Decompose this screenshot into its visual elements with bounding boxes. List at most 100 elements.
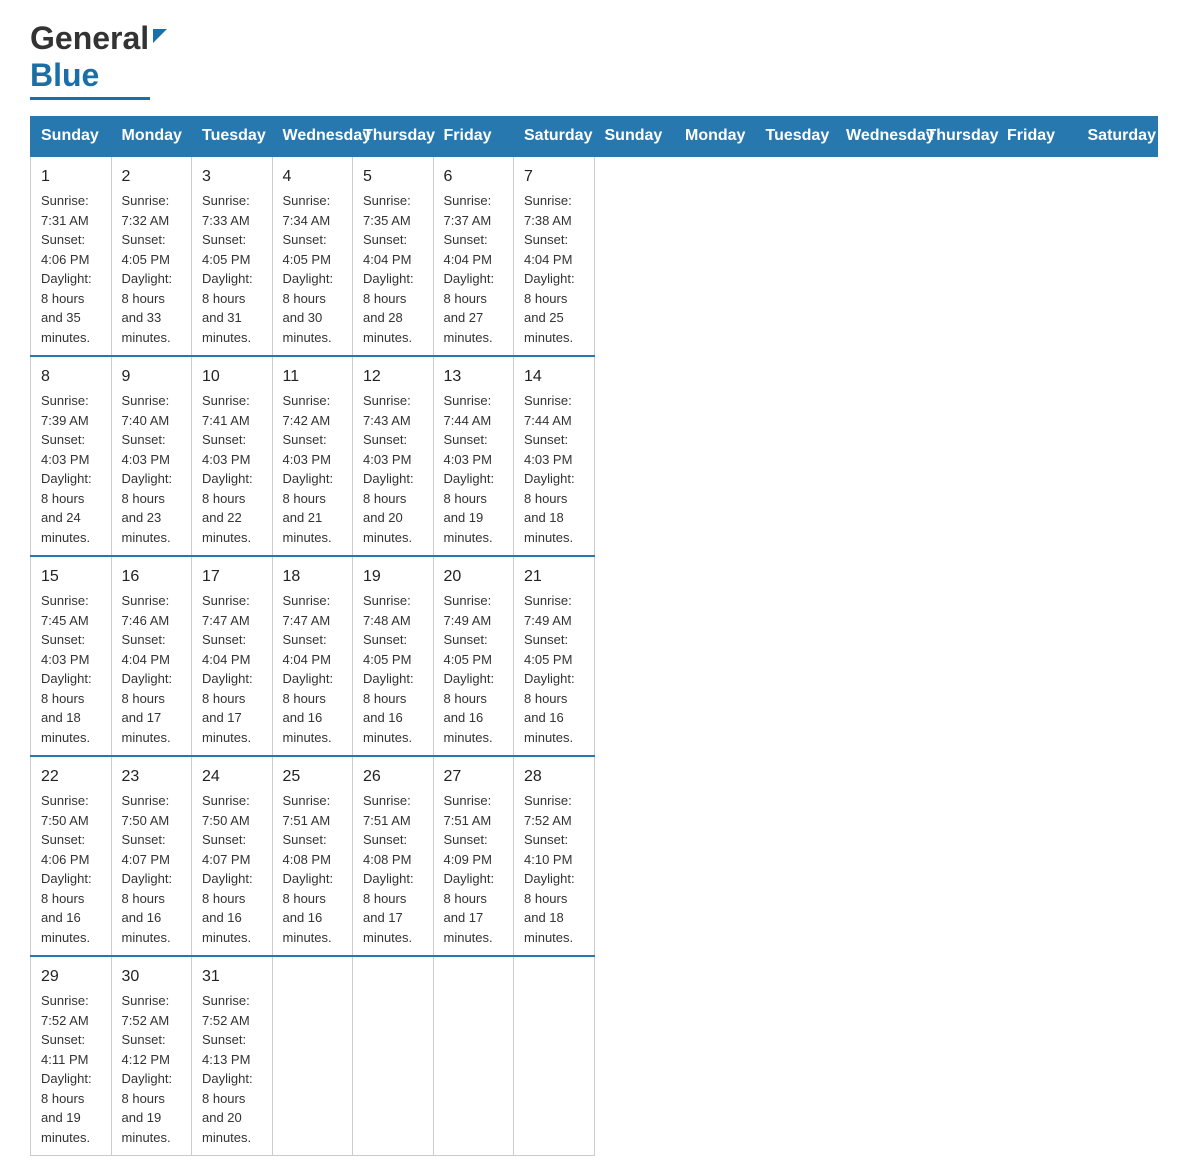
day-number: 6 xyxy=(444,165,504,189)
day-header-tuesday: Tuesday xyxy=(192,117,273,157)
day-info: Sunrise: 7:50 AMSunset: 4:07 PMDaylight:… xyxy=(122,793,173,945)
logo-icon xyxy=(153,29,167,43)
day-number: 16 xyxy=(122,565,182,589)
day-info: Sunrise: 7:52 AMSunset: 4:12 PMDaylight:… xyxy=(122,993,173,1145)
day-info: Sunrise: 7:51 AMSunset: 4:08 PMDaylight:… xyxy=(363,793,414,945)
day-info: Sunrise: 7:39 AMSunset: 4:03 PMDaylight:… xyxy=(41,393,92,545)
logo-underline xyxy=(30,97,150,100)
day-header-sunday: Sunday xyxy=(594,117,675,157)
day-info: Sunrise: 7:37 AMSunset: 4:04 PMDaylight:… xyxy=(444,193,495,345)
calendar-cell: 18 Sunrise: 7:47 AMSunset: 4:04 PMDayligh… xyxy=(272,556,353,756)
day-number: 30 xyxy=(122,965,182,989)
day-info: Sunrise: 7:49 AMSunset: 4:05 PMDaylight:… xyxy=(444,593,495,745)
calendar-week-row: 1 Sunrise: 7:31 AMSunset: 4:06 PMDaylight… xyxy=(31,156,1158,356)
calendar-cell: 8Sunrise: 7:39 AMSunset: 4:03 PMDaylight… xyxy=(31,356,112,556)
logo-general-text: General xyxy=(30,20,149,57)
day-info: Sunrise: 7:45 AMSunset: 4:03 PMDaylight:… xyxy=(41,593,92,745)
day-header-friday: Friday xyxy=(433,117,514,157)
day-info: Sunrise: 7:31 AMSunset: 4:06 PMDaylight:… xyxy=(41,193,92,345)
day-info: Sunrise: 7:50 AMSunset: 4:07 PMDaylight:… xyxy=(202,793,253,945)
calendar-table: SundayMondayTuesdayWednesdayThursdayFrid… xyxy=(30,116,1158,1156)
day-number: 27 xyxy=(444,765,504,789)
calendar-cell: 14Sunrise: 7:44 AMSunset: 4:03 PMDayligh… xyxy=(514,356,595,556)
day-info: Sunrise: 7:43 AMSunset: 4:03 PMDaylight:… xyxy=(363,393,414,545)
day-info: Sunrise: 7:51 AMSunset: 4:08 PMDaylight:… xyxy=(283,793,334,945)
day-info: Sunrise: 7:34 AMSunset: 4:05 PMDaylight:… xyxy=(283,193,334,345)
day-info: Sunrise: 7:47 AMSunset: 4:04 PMDaylight:… xyxy=(283,593,334,745)
day-info: Sunrise: 7:49 AMSunset: 4:05 PMDaylight:… xyxy=(524,593,575,745)
day-info: Sunrise: 7:47 AMSunset: 4:04 PMDaylight:… xyxy=(202,593,253,745)
calendar-cell: 3 Sunrise: 7:33 AMSunset: 4:05 PMDaylight… xyxy=(192,156,273,356)
logo-blue-text: Blue xyxy=(30,57,99,94)
day-number: 1 xyxy=(41,165,101,189)
day-header-thursday: Thursday xyxy=(916,117,997,157)
day-header-monday: Monday xyxy=(675,117,756,157)
day-info: Sunrise: 7:38 AMSunset: 4:04 PMDaylight:… xyxy=(524,193,575,345)
calendar-cell: 9Sunrise: 7:40 AMSunset: 4:03 PMDaylight… xyxy=(111,356,192,556)
calendar-cell: 27 Sunrise: 7:51 AMSunset: 4:09 PMDayligh… xyxy=(433,756,514,956)
day-info: Sunrise: 7:46 AMSunset: 4:04 PMDaylight:… xyxy=(122,593,173,745)
calendar-cell: 20 Sunrise: 7:49 AMSunset: 4:05 PMDayligh… xyxy=(433,556,514,756)
day-info: Sunrise: 7:50 AMSunset: 4:06 PMDaylight:… xyxy=(41,793,92,945)
calendar-cell: 2Sunrise: 7:32 AMSunset: 4:05 PMDaylight… xyxy=(111,156,192,356)
day-number: 20 xyxy=(444,565,504,589)
calendar-cell: 15 Sunrise: 7:45 AMSunset: 4:03 PMDayligh… xyxy=(31,556,112,756)
calendar-cell: 30 Sunrise: 7:52 AMSunset: 4:12 PMDayligh… xyxy=(111,956,192,1156)
calendar-cell: 21 Sunrise: 7:49 AMSunset: 4:05 PMDayligh… xyxy=(514,556,595,756)
calendar-cell xyxy=(353,956,434,1156)
day-info: Sunrise: 7:48 AMSunset: 4:05 PMDaylight:… xyxy=(363,593,414,745)
day-number: 7 xyxy=(524,165,584,189)
calendar-cell: 22Sunrise: 7:50 AMSunset: 4:06 PMDayligh… xyxy=(31,756,112,956)
day-number: 31 xyxy=(202,965,262,989)
calendar-week-row: 22Sunrise: 7:50 AMSunset: 4:06 PMDayligh… xyxy=(31,756,1158,956)
day-number: 12 xyxy=(363,365,423,389)
day-number: 17 xyxy=(202,565,262,589)
day-info: Sunrise: 7:52 AMSunset: 4:10 PMDaylight:… xyxy=(524,793,575,945)
calendar-cell: 31 Sunrise: 7:52 AMSunset: 4:13 PMDayligh… xyxy=(192,956,273,1156)
calendar-cell: 26 Sunrise: 7:51 AMSunset: 4:08 PMDayligh… xyxy=(353,756,434,956)
day-number: 14 xyxy=(524,365,584,389)
calendar-cell: 29Sunrise: 7:52 AMSunset: 4:11 PMDayligh… xyxy=(31,956,112,1156)
day-number: 4 xyxy=(283,165,343,189)
calendar-cell: 4 Sunrise: 7:34 AMSunset: 4:05 PMDaylight… xyxy=(272,156,353,356)
day-number: 21 xyxy=(524,565,584,589)
day-header-sunday: Sunday xyxy=(31,117,112,157)
calendar-cell: 6 Sunrise: 7:37 AMSunset: 4:04 PMDaylight… xyxy=(433,156,514,356)
calendar-cell: 7 Sunrise: 7:38 AMSunset: 4:04 PMDaylight… xyxy=(514,156,595,356)
day-header-thursday: Thursday xyxy=(353,117,434,157)
day-number: 3 xyxy=(202,165,262,189)
calendar-cell xyxy=(514,956,595,1156)
day-number: 25 xyxy=(283,765,343,789)
day-info: Sunrise: 7:44 AMSunset: 4:03 PMDaylight:… xyxy=(444,393,495,545)
day-number: 18 xyxy=(283,565,343,589)
calendar-cell xyxy=(272,956,353,1156)
day-number: 24 xyxy=(202,765,262,789)
calendar-cell: 13Sunrise: 7:44 AMSunset: 4:03 PMDayligh… xyxy=(433,356,514,556)
calendar-cell: 24 Sunrise: 7:50 AMSunset: 4:07 PMDayligh… xyxy=(192,756,273,956)
calendar-cell: 5Sunrise: 7:35 AMSunset: 4:04 PMDaylight… xyxy=(353,156,434,356)
calendar-week-row: 29Sunrise: 7:52 AMSunset: 4:11 PMDayligh… xyxy=(31,956,1158,1156)
day-info: Sunrise: 7:52 AMSunset: 4:13 PMDaylight:… xyxy=(202,993,253,1145)
day-number: 5 xyxy=(363,165,423,189)
page-header: General Blue xyxy=(30,20,1158,100)
calendar-cell xyxy=(433,956,514,1156)
logo: General Blue xyxy=(30,20,167,100)
day-number: 11 xyxy=(283,365,343,389)
day-info: Sunrise: 7:33 AMSunset: 4:05 PMDaylight:… xyxy=(202,193,253,345)
calendar-cell: 23 Sunrise: 7:50 AMSunset: 4:07 PMDayligh… xyxy=(111,756,192,956)
day-number: 2 xyxy=(122,165,182,189)
day-header-monday: Monday xyxy=(111,117,192,157)
day-number: 23 xyxy=(122,765,182,789)
day-header-saturday: Saturday xyxy=(1077,117,1158,157)
day-number: 26 xyxy=(363,765,423,789)
day-number: 15 xyxy=(41,565,101,589)
calendar-week-row: 15 Sunrise: 7:45 AMSunset: 4:03 PMDayligh… xyxy=(31,556,1158,756)
day-info: Sunrise: 7:40 AMSunset: 4:03 PMDaylight:… xyxy=(122,393,173,545)
calendar-week-row: 8Sunrise: 7:39 AMSunset: 4:03 PMDaylight… xyxy=(31,356,1158,556)
calendar-cell: 1 Sunrise: 7:31 AMSunset: 4:06 PMDaylight… xyxy=(31,156,112,356)
day-info: Sunrise: 7:42 AMSunset: 4:03 PMDaylight:… xyxy=(283,393,334,545)
day-header-wednesday: Wednesday xyxy=(836,117,917,157)
day-info: Sunrise: 7:41 AMSunset: 4:03 PMDaylight:… xyxy=(202,393,253,545)
day-header-saturday: Saturday xyxy=(514,117,595,157)
day-info: Sunrise: 7:51 AMSunset: 4:09 PMDaylight:… xyxy=(444,793,495,945)
